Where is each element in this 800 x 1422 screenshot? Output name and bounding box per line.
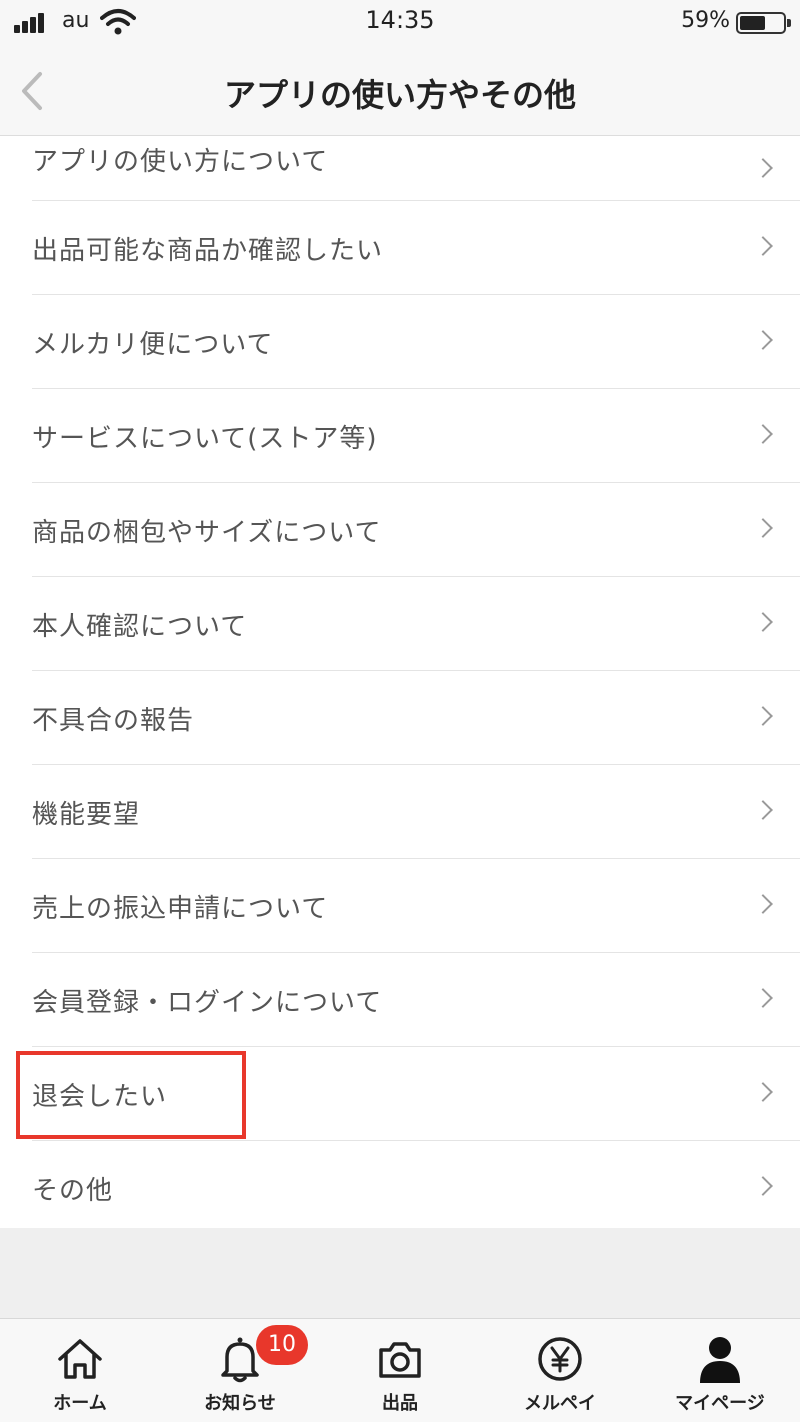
tab-notifications[interactable]: 10 お知らせ <box>160 1319 320 1422</box>
chevron-right-icon <box>753 1176 773 1196</box>
list-item[interactable]: 会員登録・ログインについて <box>0 953 800 1047</box>
list-item-label: 本人確認について <box>32 611 248 642</box>
tab-label: お知らせ <box>204 1393 276 1414</box>
nav-header: アプリの使い方やその他 <box>0 46 800 136</box>
chevron-right-icon <box>753 612 773 632</box>
notification-badge: 10 <box>256 1325 308 1365</box>
page-title: アプリの使い方やその他 <box>223 76 576 114</box>
list-item[interactable]: メルカリ便について <box>0 295 800 389</box>
tab-label: 出品 <box>382 1393 418 1414</box>
list-item[interactable]: その他 <box>0 1141 800 1235</box>
tab-label: ホーム <box>53 1393 107 1414</box>
list-item[interactable]: 本人確認について <box>0 577 800 671</box>
list-item-label: その他 <box>32 1175 114 1206</box>
tab-bar: ホーム 10 お知らせ 出品 メルペイ マイページ <box>0 1318 800 1422</box>
tab-label: マイページ <box>675 1393 765 1414</box>
list-item[interactable]: 出品可能な商品か確認したい <box>0 201 800 295</box>
chevron-right-icon <box>753 518 773 538</box>
status-bar: au 14:35 59% <box>0 0 800 46</box>
list-item[interactable]: 売上の振込申請について <box>0 859 800 953</box>
battery-icon <box>736 12 791 34</box>
list-item-label: 機能要望 <box>32 799 141 830</box>
chevron-right-icon <box>753 1082 773 1102</box>
chevron-right-icon <box>753 424 773 444</box>
list-item-label: アプリの使い方について <box>32 147 329 177</box>
battery-fill <box>740 16 765 30</box>
list-item-label: 会員登録・ログインについて <box>32 987 383 1018</box>
help-menu-list: アプリの使い方について 出品可能な商品か確認したい メルカリ便について サービス… <box>0 137 800 1235</box>
list-item-withdraw[interactable]: 退会したい <box>0 1047 800 1141</box>
empty-background <box>0 1228 800 1318</box>
list-item-label: 不具合の報告 <box>32 705 195 736</box>
chevron-right-icon <box>753 330 773 350</box>
tab-label: メルペイ <box>524 1393 596 1414</box>
yen-icon <box>538 1337 582 1381</box>
list-item[interactable]: 不具合の報告 <box>0 671 800 765</box>
list-item-label: 売上の振込申請について <box>32 893 329 924</box>
tab-mypage[interactable]: マイページ <box>640 1319 800 1422</box>
person-icon <box>700 1337 740 1383</box>
tab-home[interactable]: ホーム <box>0 1319 160 1422</box>
list-item[interactable]: 商品の梱包やサイズについて <box>0 483 800 577</box>
tab-sell[interactable]: 出品 <box>320 1319 480 1422</box>
chevron-right-icon <box>753 988 773 1008</box>
battery-percent: 59% <box>681 8 730 33</box>
list-item-label: 商品の梱包やサイズについて <box>32 517 382 548</box>
list-item[interactable]: アプリの使い方について <box>0 137 800 201</box>
status-time: 14:35 <box>365 6 435 34</box>
chevron-right-icon <box>753 894 773 914</box>
list-item[interactable]: 機能要望 <box>0 765 800 859</box>
screen: au 14:35 59% アプリの使い方やその他 アプリの使い方について 出品可… <box>0 0 800 1422</box>
list-item-label: サービスについて(ストア等) <box>32 423 378 454</box>
chevron-right-icon <box>753 158 773 178</box>
tab-merpay[interactable]: メルペイ <box>480 1319 640 1422</box>
list-item[interactable]: サービスについて(ストア等) <box>0 389 800 483</box>
list-item-label: 出品可能な商品か確認したい <box>32 235 384 266</box>
camera-icon <box>379 1342 421 1378</box>
list-item-label: 退会したい <box>32 1081 168 1112</box>
chevron-right-icon <box>753 706 773 726</box>
home-icon <box>58 1339 102 1379</box>
list-item-label: メルカリ便について <box>32 329 274 360</box>
chevron-right-icon <box>753 800 773 820</box>
chevron-right-icon <box>753 236 773 256</box>
